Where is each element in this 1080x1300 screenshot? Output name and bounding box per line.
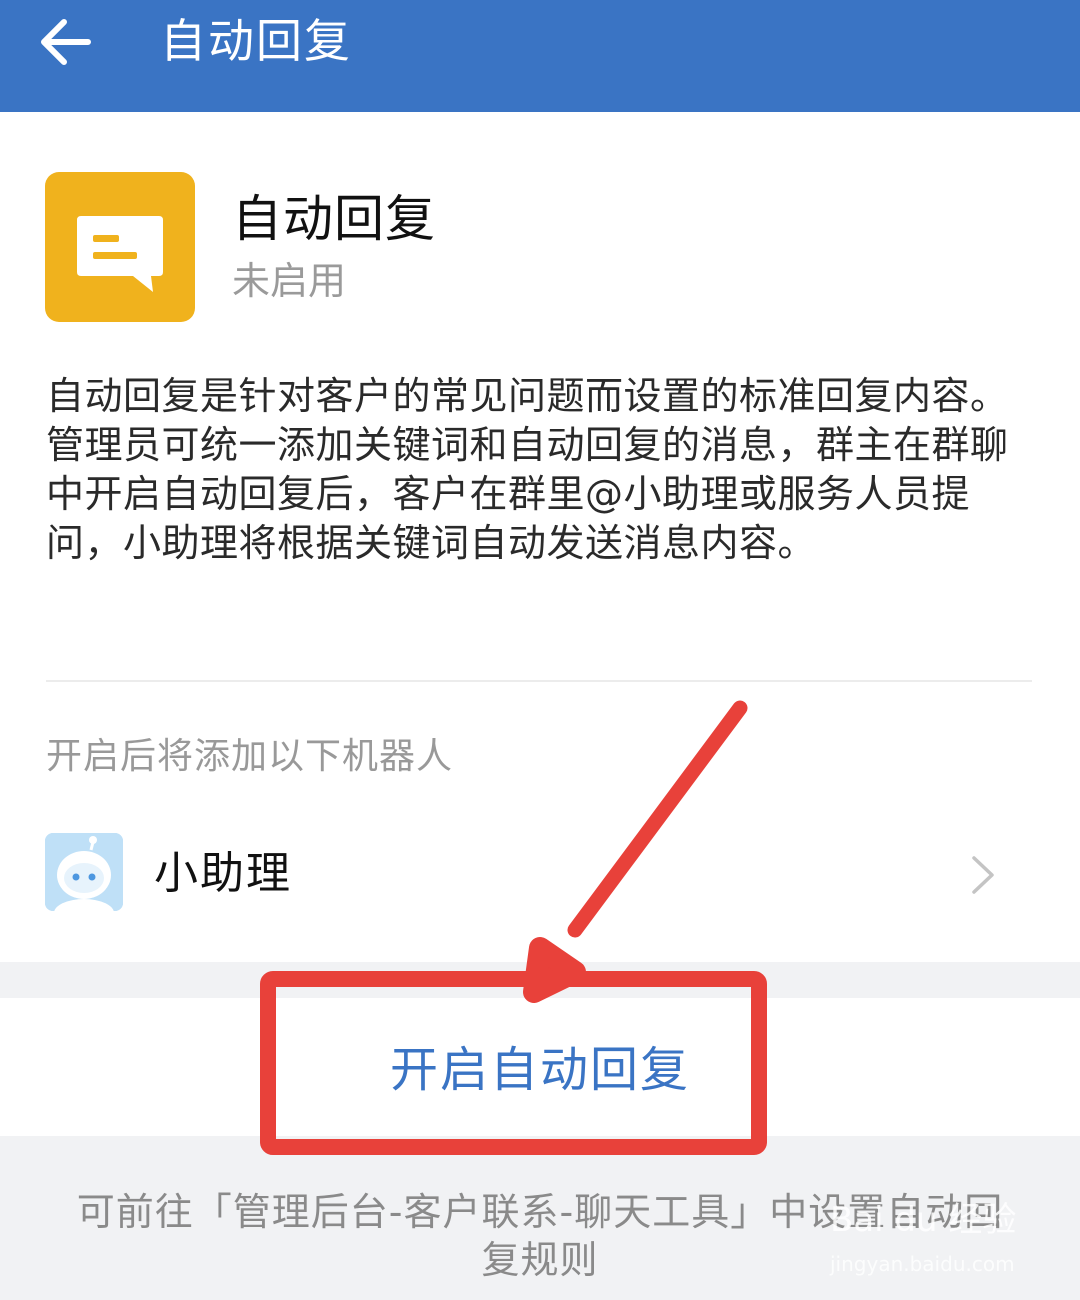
page-title: 自动回复 xyxy=(160,14,352,68)
app-bar: 自动回复 xyxy=(0,0,1080,112)
chevron-right-icon xyxy=(972,856,994,894)
robot-name: 小助理 xyxy=(154,848,292,899)
watermark-logo: Bai du 经验 xyxy=(830,1200,1017,1240)
robot-item-assistant[interactable]: 小助理 xyxy=(0,820,1080,930)
divider xyxy=(46,680,1032,682)
section-separator xyxy=(0,962,1080,998)
robots-section-label: 开启后将添加以下机器人 xyxy=(46,736,454,777)
enable-auto-reply-button[interactable]: 开启自动回复 xyxy=(0,1036,1080,1104)
back-arrow-icon[interactable] xyxy=(30,12,100,72)
app-description: 自动回复是针对客户的常见问题而设置的标准回复内容。管理员可统一添加关键词和自动回… xyxy=(46,374,1009,565)
app-status: 未启用 xyxy=(232,259,347,303)
watermark-url: jingyan.baidu.com xyxy=(830,1252,1015,1276)
auto-reply-app-icon xyxy=(45,172,195,322)
chat-bubble-icon xyxy=(77,216,163,292)
robot-avatar xyxy=(45,833,123,911)
robot-icon xyxy=(45,833,123,911)
app-name: 自动回复 xyxy=(232,190,436,248)
